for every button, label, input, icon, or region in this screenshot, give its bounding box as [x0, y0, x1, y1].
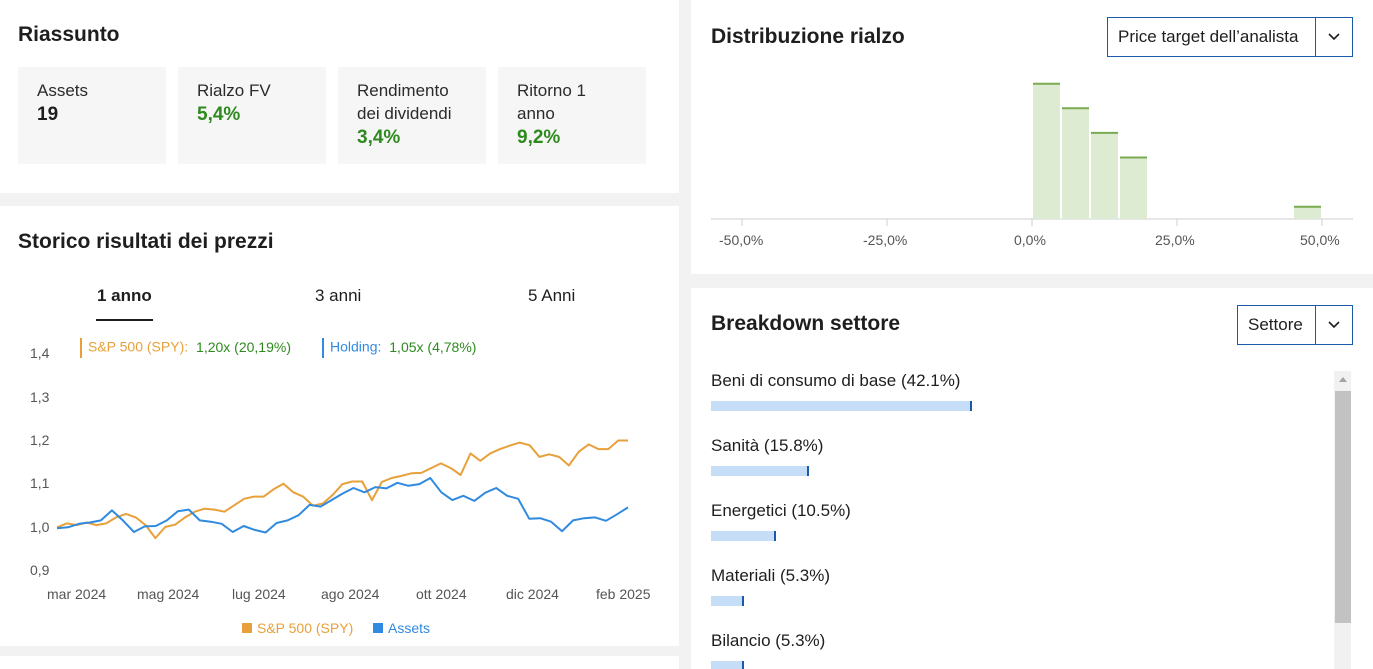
x-tick-label: lug 2024 [232, 586, 286, 602]
summary-panel: Riassunto Assets 19 Rialzo FV 5,4% Rendi… [0, 0, 679, 193]
price-history-chart [56, 439, 629, 540]
sector-item: Sanità (15.8%) [711, 436, 823, 476]
sector-item: Beni di consumo di base (42.1%) [711, 371, 972, 411]
sector-item-label: Energetici (10.5%) [711, 501, 851, 520]
sector-dropdown[interactable]: Settore [1237, 305, 1353, 345]
sector-title: Breakdown settore [711, 312, 901, 335]
sector-bar [711, 401, 972, 411]
card-label: Ritorno 1 anno [517, 81, 586, 123]
scrollbar-thumb[interactable] [1335, 391, 1351, 623]
histogram-bar [1120, 157, 1147, 219]
chevron-down-icon [1315, 306, 1352, 344]
sector-item-label: Materiali (5.3%) [711, 566, 831, 585]
price-history-panel: Storico risultati dei prezzi 1 anno 3 an… [0, 206, 679, 646]
bottom-legend-assets-label: Assets [388, 620, 431, 636]
card-value: 9,2% [517, 127, 561, 148]
card-label: Rialzo FV [197, 81, 271, 100]
sector-bar [711, 531, 777, 541]
bottom-legend-assets[interactable]: Assets [373, 620, 430, 636]
legend-swatch [242, 623, 252, 633]
sector-item: Energetici (10.5%) [711, 501, 851, 541]
sector-item: Materiali (5.3%) [711, 566, 830, 606]
x-tick-label: 25,0% [1155, 232, 1195, 248]
histogram-bar [1294, 206, 1321, 219]
summary-title: Riassunto [18, 23, 120, 46]
x-tick-label: 50,0% [1300, 232, 1340, 248]
x-tick-label: mag 2024 [137, 586, 200, 602]
histogram-bar [1062, 108, 1089, 219]
sector-bar [711, 596, 744, 606]
x-tick-label: ott 2024 [416, 586, 467, 602]
legend-swatch [373, 623, 383, 633]
card-label: Assets [37, 81, 89, 100]
upside-distribution-panel: Distribuzione rialzo Price target dell’a… [691, 0, 1373, 274]
bottom-legend-spy-label: S&P 500 (SPY) [257, 620, 354, 636]
x-tick-label: -50,0% [719, 232, 764, 248]
assets-series-line [56, 477, 629, 534]
next-panel-edge [0, 656, 679, 669]
x-tick-label: feb 2025 [596, 586, 651, 602]
x-tick-label: dic 2024 [506, 586, 559, 602]
sector-bar [711, 466, 809, 476]
card-value: 3,4% [357, 127, 401, 148]
sector-item-label: Beni di consumo di base (42.1%) [711, 371, 961, 390]
summary-card-assets: Assets 19 [18, 67, 166, 164]
x-tick-label: mar 2024 [47, 586, 107, 602]
x-tick-label: ago 2024 [321, 586, 380, 602]
sector-item-label: Sanità (15.8%) [711, 436, 824, 455]
histogram-bar [1091, 132, 1118, 219]
bottom-legend-spy[interactable]: S&P 500 (SPY) [242, 620, 353, 636]
sector-item-label: Bilancio (5.3%) [711, 631, 826, 650]
scroll-up-arrow-icon[interactable] [1336, 372, 1350, 386]
sector-breakdown-panel: Breakdown settore Settore Beni di consum… [691, 288, 1373, 669]
x-tick-label: -25,0% [863, 232, 908, 248]
x-tick-label: 0,0% [1014, 232, 1046, 248]
summary-card-1y-return: Ritorno 1 anno 9,2% [498, 67, 646, 164]
histogram-bar [1033, 83, 1060, 219]
card-label: Rendimento dei dividendi [357, 81, 452, 123]
sector-dropdown-label: Settore [1248, 315, 1303, 334]
summary-card-dividend-yield: Rendimento dei dividendi 3,4% [338, 67, 486, 164]
sector-item: Bilancio (5.3%) [711, 631, 825, 669]
sector-bar [711, 661, 744, 669]
spy-series-line [56, 439, 628, 540]
card-value: 5,4% [197, 104, 241, 125]
card-value: 19 [37, 104, 59, 125]
summary-card-fv-upside: Rialzo FV 5,4% [178, 67, 326, 164]
